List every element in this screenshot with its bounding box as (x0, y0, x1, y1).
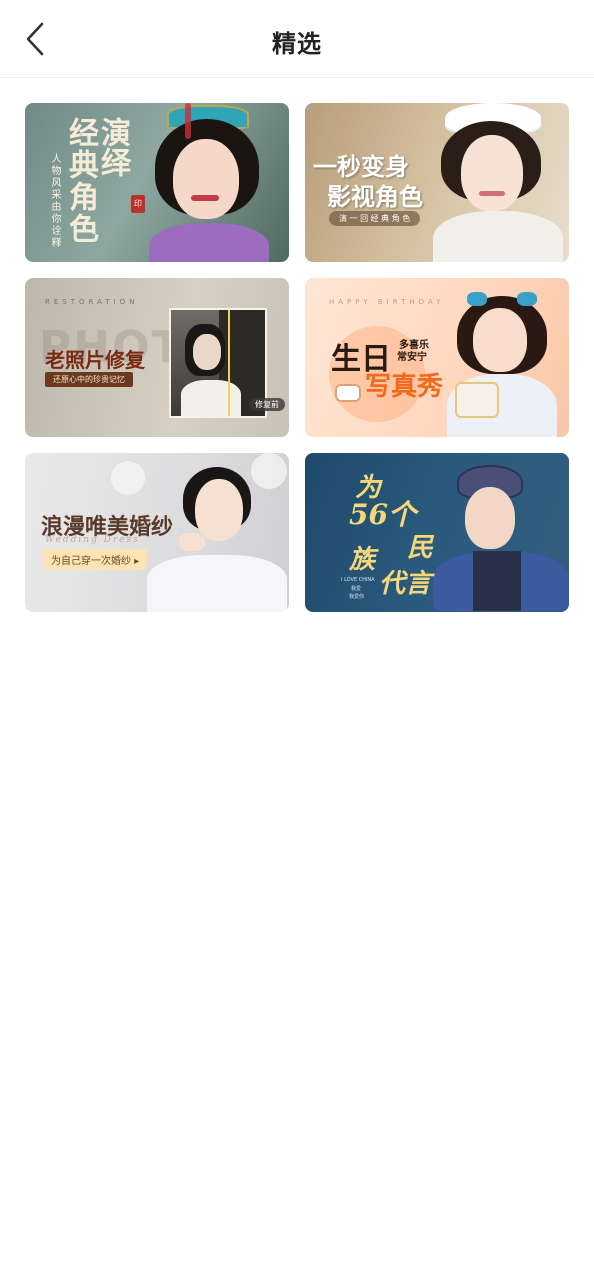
card-title-col2: 经典角色 (63, 117, 98, 245)
card-classic-roles[interactable]: 演绎 经典角色 人物风采由你诠释 印 (25, 103, 289, 262)
card-restore[interactable]: RESTORATION PHOTO 老照片修复 还原心中的珍贵记忆 修复前 (25, 278, 289, 437)
card-subtitle: 人物风采由你诠释 (49, 153, 60, 249)
card-title-line4: 族 (349, 545, 376, 575)
card-ethnic[interactable]: 为 56个 民 族 代言 I LOVE CHINA 我爱 我爱你 (305, 453, 569, 612)
card-photo (433, 461, 569, 612)
card-birthday[interactable]: HAPPY BIRTHDAY 生日 多喜乐 常安宁 写真秀 (305, 278, 569, 437)
card-small-1: I LOVE CHINA (341, 577, 375, 583)
card-title-line2: 写真秀 (365, 372, 444, 402)
card-subtitle: Wedding Dress (45, 535, 140, 545)
card-tag: 演 一 回 经 典 角 色 (329, 211, 421, 226)
card-title-col1: 演绎 (95, 117, 130, 177)
card-photo (447, 290, 557, 437)
card-photo (423, 103, 569, 262)
card-eyebrow: HAPPY BIRTHDAY (329, 298, 445, 306)
seal-stamp: 印 (131, 195, 145, 213)
before-badge: 修复前 (249, 398, 285, 411)
card-small-2: 我爱 (351, 586, 362, 592)
card-transform[interactable]: 一秒变身 影视角色 演 一 回 经 典 角 色 (305, 103, 569, 262)
cake-icon (335, 384, 361, 402)
featured-grid: 演绎 经典角色 人物风采由你诠释 印 一秒变身 影视角色 演 一 回 经 典 角… (25, 103, 569, 612)
card-title: 老照片修复 (45, 348, 145, 372)
card-eyebrow: RESTORATION (45, 298, 139, 306)
card-wedding[interactable]: 浪漫唯美婚纱 Wedding Dress 为自己穿一次婚纱 ▸ (25, 453, 289, 612)
page-title: 精选 (272, 30, 322, 58)
top-bar: 精选 (0, 0, 594, 78)
card-subtitle: 还原心中的珍贵记忆 (45, 372, 133, 387)
card-photo (135, 103, 289, 262)
cta-button[interactable]: 为自己穿一次婚纱 ▸ (43, 549, 148, 570)
card-title-line5: 代言 (379, 569, 432, 599)
card-title-line2: 56个 (349, 498, 416, 531)
card-title-line2: 影视角色 (327, 182, 423, 211)
card-small-3: 我爱你 (349, 594, 365, 600)
card-small-2: 常安宁 (397, 352, 427, 363)
card-title-line3: 民 (407, 533, 434, 563)
